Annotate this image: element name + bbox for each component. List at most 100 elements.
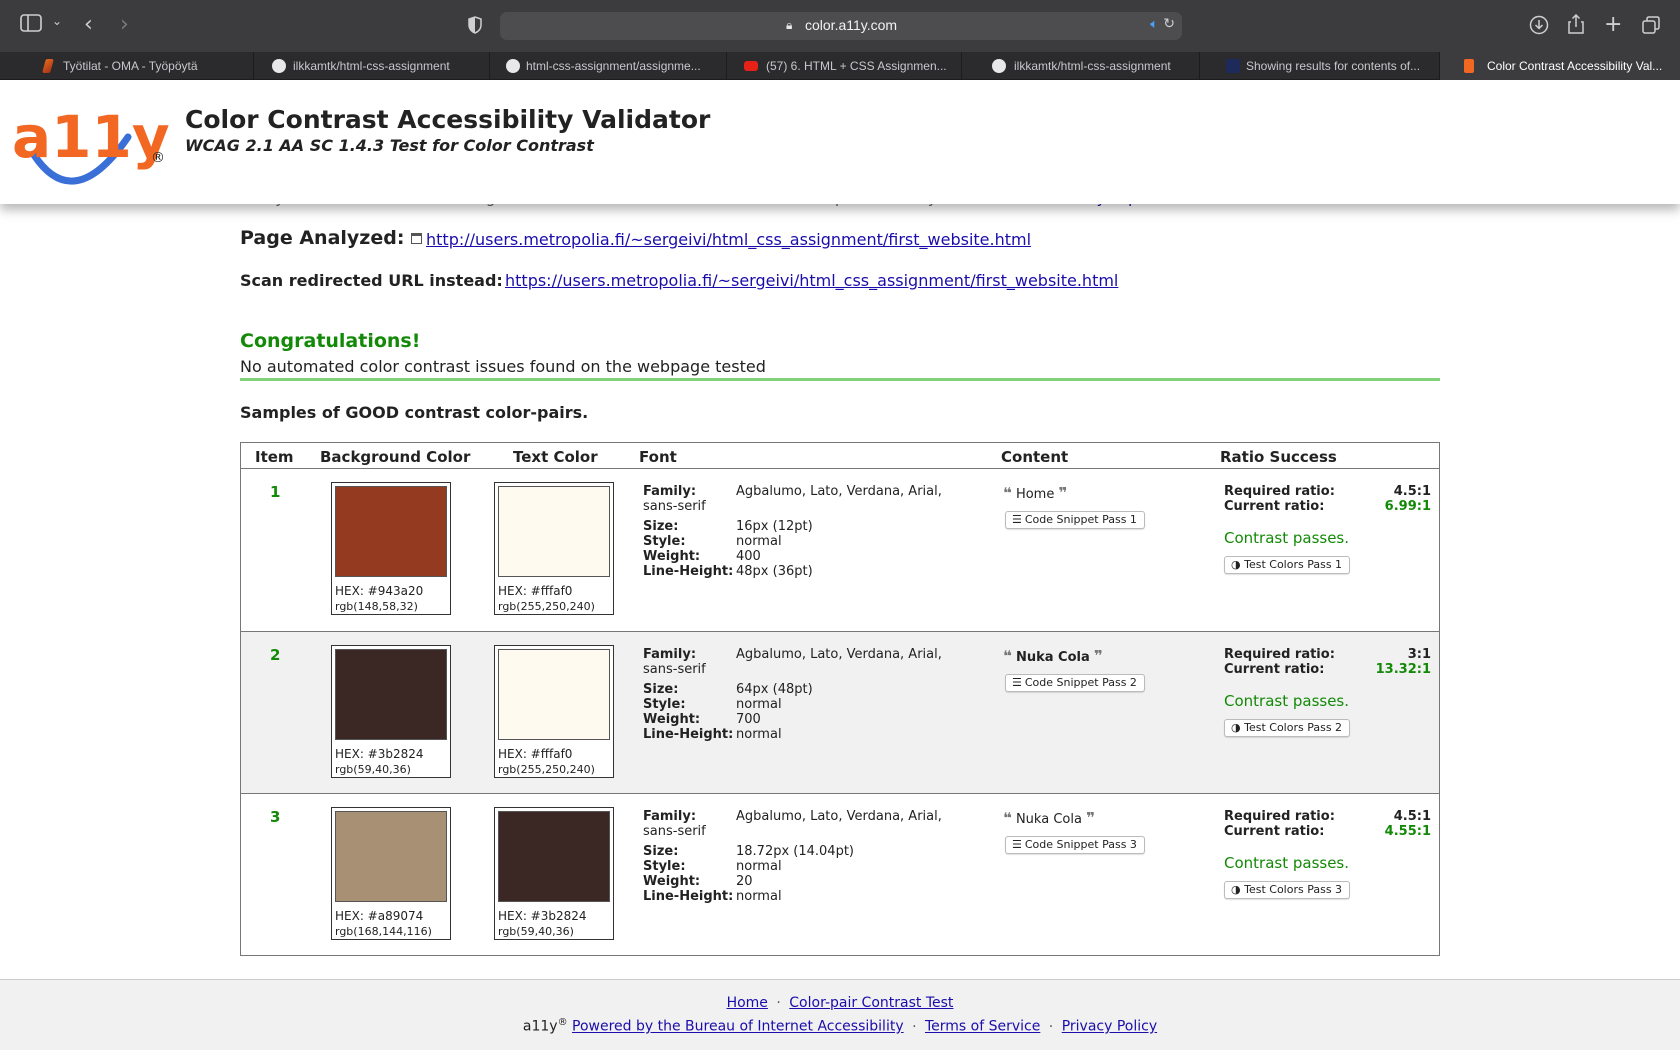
divider xyxy=(240,378,1440,381)
background-color-sample: HEX: #943a20 rgb(148,58,32) xyxy=(331,482,451,615)
hex-value: HEX: #3b2824 xyxy=(498,909,587,923)
size-label: Size: xyxy=(643,682,679,697)
address-text[interactable]: color.a11y.com xyxy=(805,17,897,33)
hex-value: HEX: #fffaf0 xyxy=(498,584,573,598)
chevron-down-icon[interactable]: ⌄ xyxy=(52,14,62,28)
browser-tab[interactable]: Showing results for contents of... xyxy=(1200,52,1440,80)
style-value: normal xyxy=(736,859,782,874)
contrast-passes: Contrast passes. xyxy=(1224,692,1350,710)
weight-label: Weight: xyxy=(643,874,701,889)
style-value: normal xyxy=(736,534,782,549)
table-row: 1 HEX: #943a20 rgb(148,58,32) HEX: #fffa… xyxy=(241,469,1439,631)
results-table: Item Background Color Text Color Font Co… xyxy=(240,442,1440,956)
hex-value: HEX: #a89074 xyxy=(335,909,424,923)
tab-title: html-css-assignment/assignme... xyxy=(526,59,701,73)
code-snippet-button[interactable]: ☰ Code Snippet Pass 1 xyxy=(1005,511,1145,529)
contrast-icon: ◑ xyxy=(1231,883,1245,896)
hex-value: HEX: #3b2824 xyxy=(335,747,424,761)
item-number: 2 xyxy=(270,646,281,664)
current-ratio-label: Current ratio: xyxy=(1224,824,1325,839)
current-ratio-label: Current ratio: xyxy=(1224,662,1325,677)
weight-label: Weight: xyxy=(643,712,701,727)
svg-text:®: ® xyxy=(151,150,165,166)
color-swatch xyxy=(335,649,447,740)
search-favicon-icon xyxy=(1226,59,1240,73)
test-colors-button[interactable]: ◑ Test Colors Pass 1 xyxy=(1224,556,1351,574)
back-icon[interactable]: ‹ xyxy=(84,12,93,37)
footer-home-link[interactable]: Home xyxy=(727,995,768,1011)
table-header: Item Background Color Text Color Font Co… xyxy=(241,443,1439,469)
new-tab-icon[interactable]: + xyxy=(1604,12,1622,37)
weight-value: 20 xyxy=(736,874,753,889)
test-colors-button[interactable]: ◑ Test Colors Pass 3 xyxy=(1224,881,1351,899)
color-swatch xyxy=(498,811,610,902)
style-label: Style: xyxy=(643,534,686,549)
browser-toolbar: ⌄ ‹ › 🔒︎ color.a11y.com 🔈︎ ↻ + xyxy=(0,0,1680,52)
color-swatch xyxy=(335,811,447,902)
weight-value: 700 xyxy=(736,712,761,727)
contrast-passes: Contrast passes. xyxy=(1224,529,1350,547)
tab-overview-icon[interactable] xyxy=(1642,16,1660,38)
congratulations-heading: Congratulations! xyxy=(240,330,421,352)
test-colors-button[interactable]: ◑ Test Colors Pass 2 xyxy=(1224,719,1351,737)
color-swatch xyxy=(498,649,610,740)
line-height-value: normal xyxy=(736,889,782,904)
reload-icon[interactable]: ↻ xyxy=(1163,16,1175,32)
content-sample: ❝ Nuka Cola ❞ xyxy=(1003,647,1103,665)
tab-favicon-icon xyxy=(42,59,54,73)
downloads-icon[interactable] xyxy=(1529,15,1549,39)
line-height-label: Line-Height: xyxy=(643,564,734,579)
rgb-value: rgb(255,250,240) xyxy=(498,600,595,613)
code-snippet-button[interactable]: ☰ Code Snippet Pass 2 xyxy=(1005,674,1145,692)
footer-privacy-link[interactable]: Privacy Policy xyxy=(1062,1019,1157,1035)
address-bar[interactable]: 🔒︎ color.a11y.com 🔈︎ ↻ xyxy=(500,12,1182,40)
rgb-value: rgb(59,40,36) xyxy=(335,763,411,776)
site-subtitle: WCAG 2.1 AA SC 1.4.3 Test for Color Cont… xyxy=(185,136,594,155)
a11y-logo[interactable]: a11y ® xyxy=(12,91,172,191)
contrast-icon: ◑ xyxy=(1231,558,1245,571)
browser-tab[interactable]: (57) 6. HTML + CSS Assignmen... xyxy=(727,52,962,80)
text-color-sample: HEX: #3b2824 rgb(59,40,36) xyxy=(494,807,614,940)
size-value: 64px (48pt) xyxy=(736,682,813,697)
web-page: a11y ® Color Contrast Accessibility Vali… xyxy=(0,81,1680,1050)
privacy-shield-icon[interactable] xyxy=(468,16,482,38)
font-family: Family: Agbalumo, Lato, Verdana, Arial, s… xyxy=(643,484,942,514)
separator: · xyxy=(912,1018,917,1035)
footer-powered-link[interactable]: Powered by the Bureau of Internet Access… xyxy=(572,1019,904,1035)
browser-tab[interactable]: html-css-assignment/assignme... xyxy=(490,52,727,80)
header-background: Background Color xyxy=(320,448,471,466)
text-color-sample: HEX: #fffaf0 rgb(255,250,240) xyxy=(494,645,614,778)
browser-tab[interactable]: ilkkamtk/html-css-assignment xyxy=(254,52,490,80)
lock-icon: 🔒︎ xyxy=(786,18,793,32)
weight-label: Weight: xyxy=(643,549,701,564)
browser-tab-active[interactable]: Color Contrast Accessibility Val... xyxy=(1440,52,1680,80)
redirect-label: Scan redirected URL instead: xyxy=(240,271,503,290)
tab-title: Työtilat - OMA - Työpöytä xyxy=(63,59,198,73)
browser-tab[interactable]: ilkkamtk/html-css-assignment xyxy=(962,52,1200,80)
forward-icon[interactable]: › xyxy=(120,12,129,37)
current-ratio-value: 4.55:1 xyxy=(1384,824,1431,839)
required-ratio-value: 4.5:1 xyxy=(1393,809,1431,824)
footer-terms-link[interactable]: Terms of Service xyxy=(925,1019,1040,1035)
page-analyzed-link[interactable]: http://users.metropolia.fi/~sergeivi/htm… xyxy=(426,230,1031,249)
rgb-value: rgb(255,250,240) xyxy=(498,763,595,776)
sidebar-toggle-icon[interactable] xyxy=(20,14,42,36)
size-value: 16px (12pt) xyxy=(736,519,813,534)
tab-title: Showing results for contents of... xyxy=(1246,59,1421,73)
speaker-icon[interactable]: 🔈︎ xyxy=(1150,17,1158,32)
required-ratio-value: 3:1 xyxy=(1407,647,1431,662)
github-icon xyxy=(272,59,286,73)
required-ratio-label: Required ratio: xyxy=(1224,647,1335,662)
weight-value: 400 xyxy=(736,549,761,564)
rgb-value: rgb(168,144,116) xyxy=(335,925,432,938)
redirect-link[interactable]: https://users.metropolia.fi/~sergeivi/ht… xyxy=(505,271,1118,290)
item-number: 3 xyxy=(270,808,281,826)
share-icon[interactable] xyxy=(1568,13,1584,38)
footer-contrast-test-link[interactable]: Color-pair Contrast Test xyxy=(789,995,953,1011)
rgb-value: rgb(148,58,32) xyxy=(335,600,418,613)
code-snippet-button[interactable]: ☰ Code Snippet Pass 3 xyxy=(1005,836,1145,854)
open-quote-icon: ❝ xyxy=(1003,484,1012,502)
font-family: Family: Agbalumo, Lato, Verdana, Arial, s… xyxy=(643,647,942,677)
line-height-label: Line-Height: xyxy=(643,727,734,742)
browser-tab[interactable]: Työtilat - OMA - Työpöytä xyxy=(0,52,254,80)
